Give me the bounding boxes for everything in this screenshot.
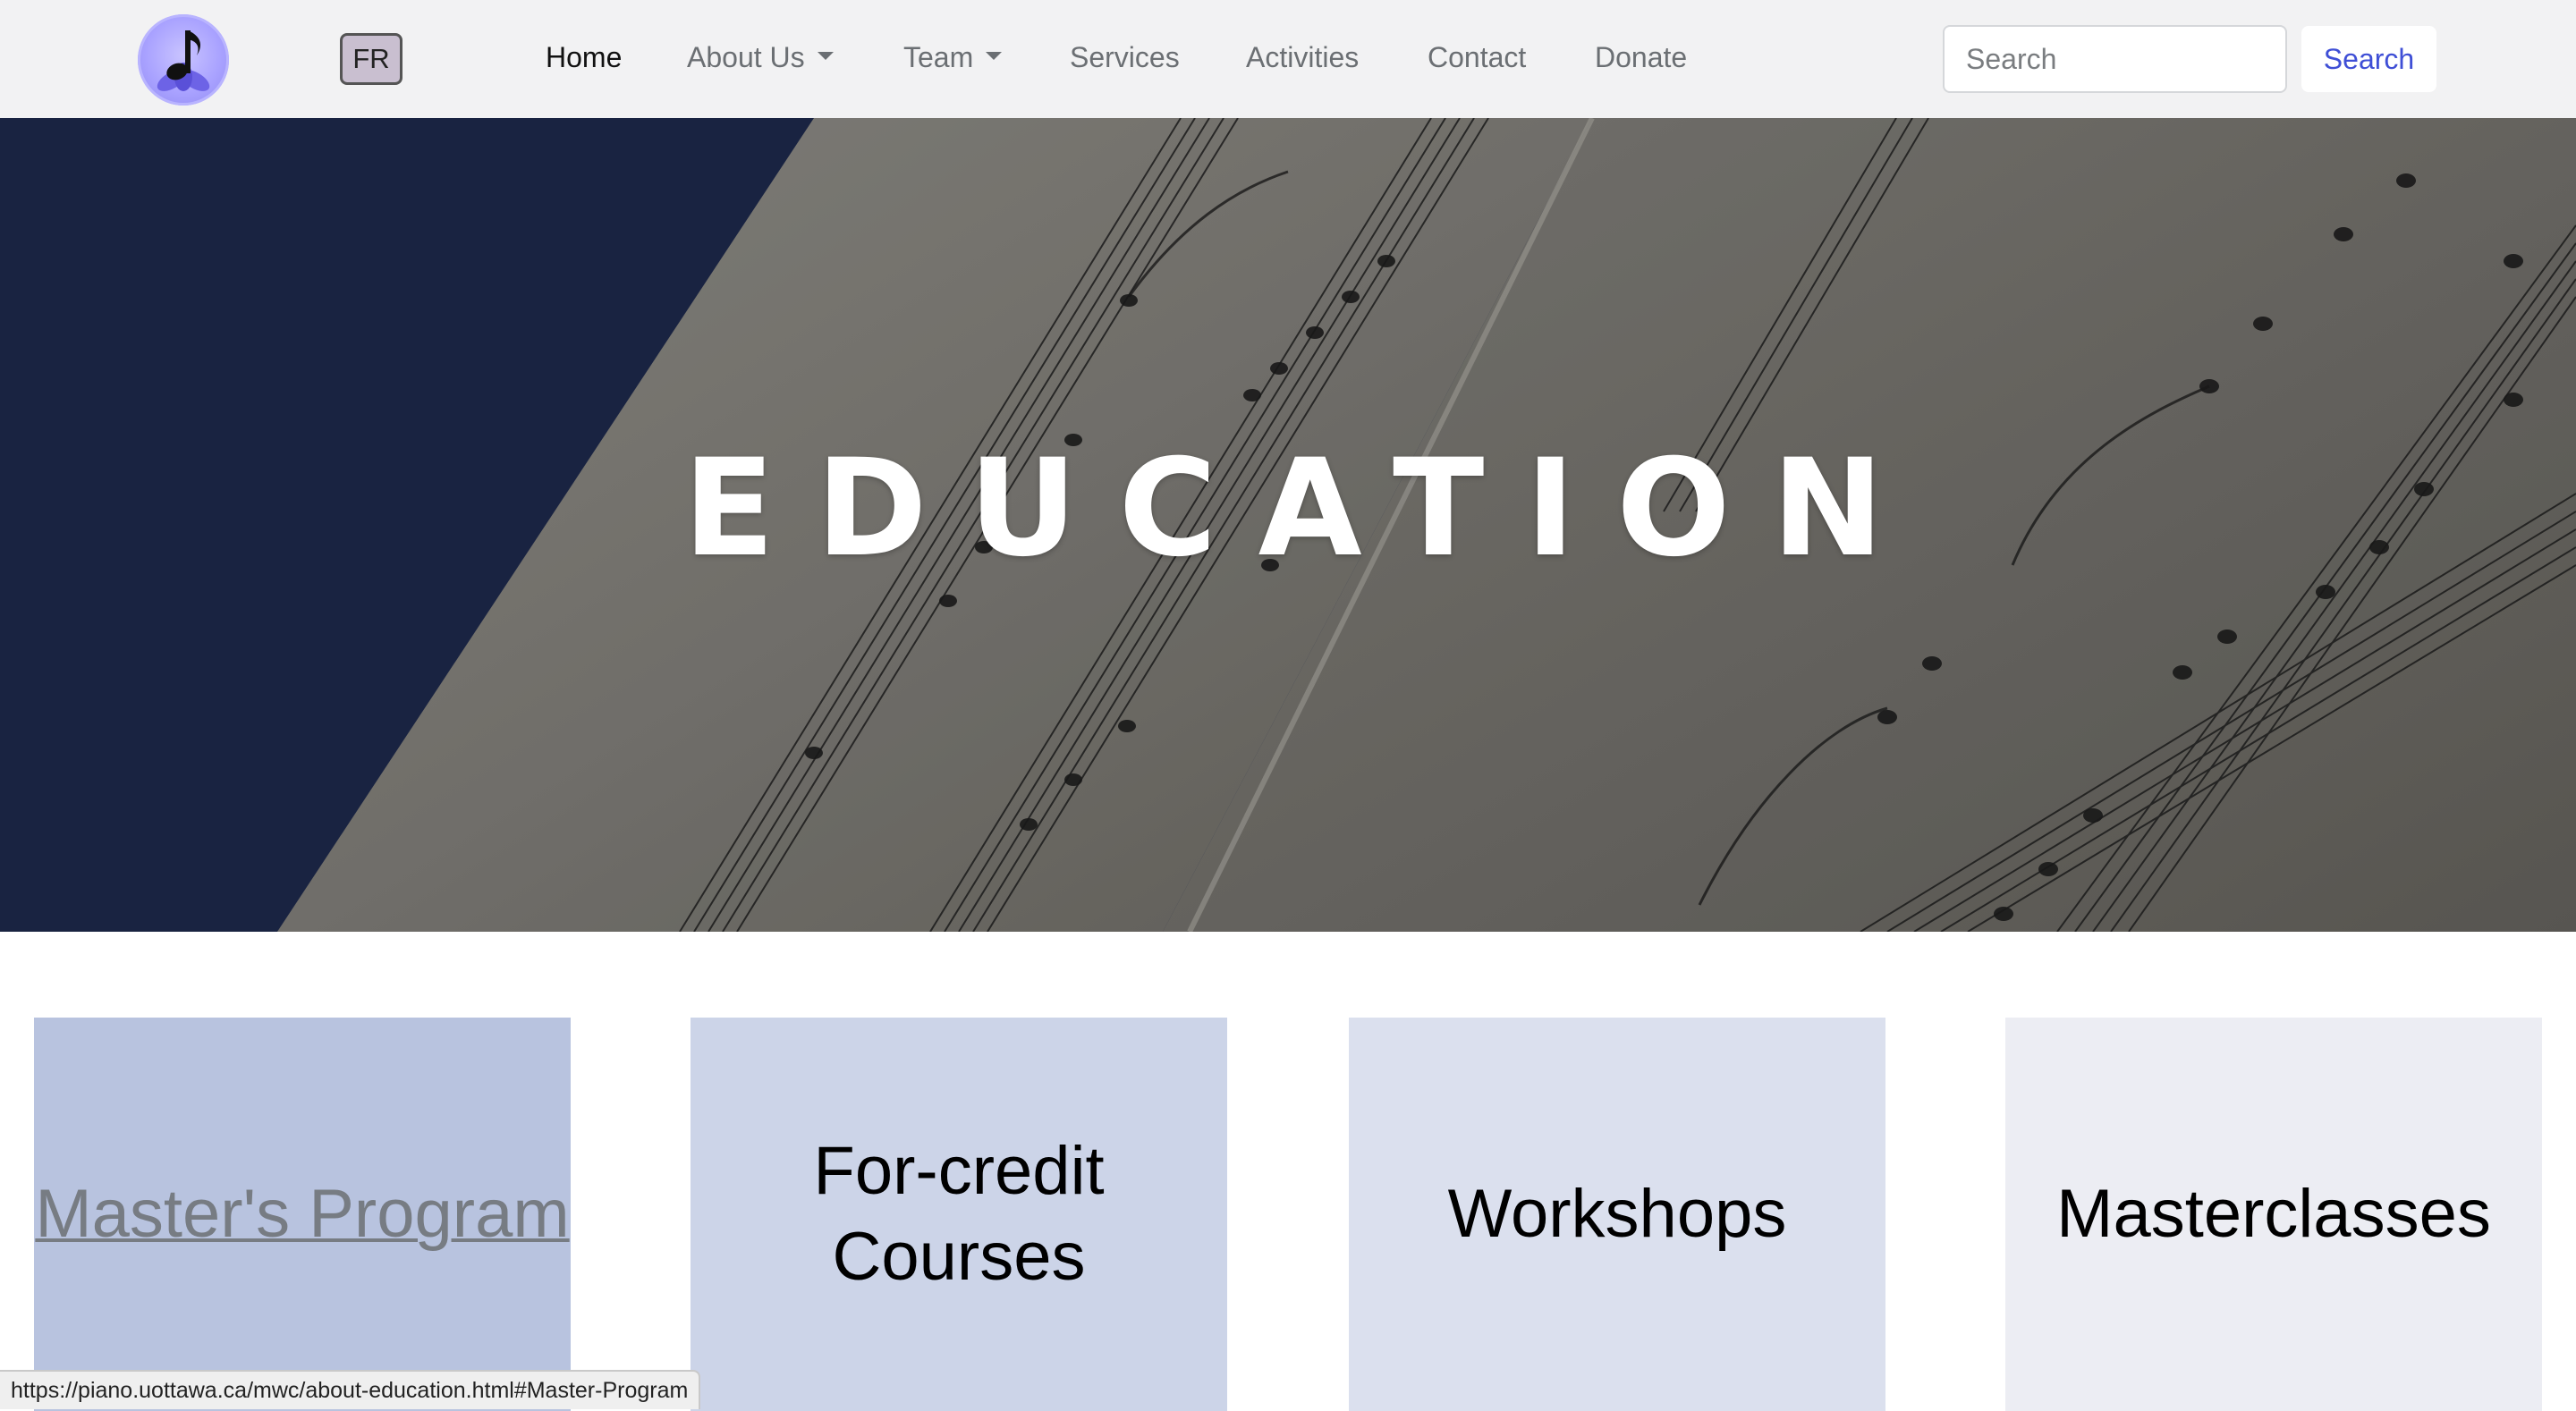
nav-about-us-label: About Us — [687, 41, 805, 73]
card-masters-program[interactable]: Master's Program — [34, 1018, 571, 1411]
card-for-credit-courses[interactable]: For-credit Courses — [691, 1018, 1227, 1411]
card-masterclasses-label: Masterclasses — [2056, 1176, 2491, 1252]
nav-services[interactable]: Services — [1070, 41, 1180, 74]
site-logo-icon[interactable] — [138, 14, 229, 106]
browser-status-bar-url: https://piano.uottawa.ca/mwc/about-educa… — [0, 1370, 701, 1409]
nav-team[interactable]: Team — [903, 41, 1003, 74]
card-for-credit-courses-line1: For-credit — [813, 1133, 1105, 1209]
caret-down-icon — [817, 52, 834, 61]
hero-banner: EDUCATION — [0, 118, 2576, 932]
nav-team-label: Team — [903, 41, 974, 73]
card-for-credit-courses-line2: Courses — [832, 1219, 1086, 1295]
card-masters-program-label: Master's Program — [35, 1176, 570, 1252]
card-for-credit-courses-label: For-credit Courses — [813, 1128, 1104, 1300]
card-workshops-label: Workshops — [1447, 1176, 1787, 1252]
hero-title: EDUCATION — [682, 431, 1926, 587]
card-masterclasses[interactable]: Masterclasses — [2005, 1018, 2542, 1411]
top-navbar: FR Home About Us Team Services Activitie… — [0, 0, 2576, 118]
language-toggle-button[interactable]: FR — [340, 33, 402, 85]
nav-about-us[interactable]: About Us — [687, 41, 834, 74]
nav-donate[interactable]: Donate — [1595, 41, 1687, 74]
caret-down-icon — [986, 52, 1003, 61]
search-button[interactable]: Search — [2301, 26, 2436, 92]
nav-home[interactable]: Home — [546, 41, 622, 74]
card-workshops[interactable]: Workshops — [1349, 1018, 1885, 1411]
nav-activities[interactable]: Activities — [1246, 41, 1359, 74]
nav-contact[interactable]: Contact — [1428, 41, 1526, 74]
search-input[interactable] — [1943, 25, 2287, 93]
